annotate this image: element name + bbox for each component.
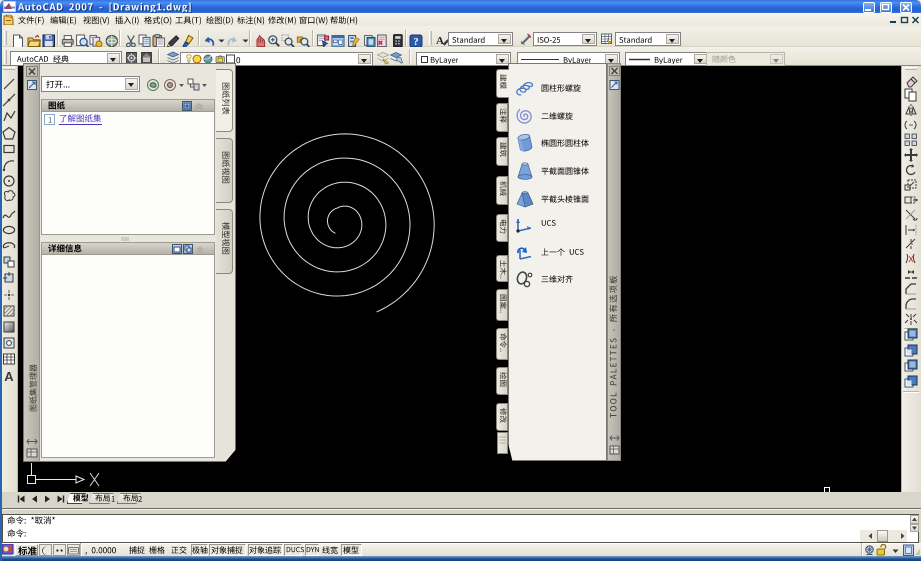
svg-text:A: A [436,35,444,47]
svg-text:A: A [4,369,14,383]
svg-text:?: ? [413,37,418,48]
